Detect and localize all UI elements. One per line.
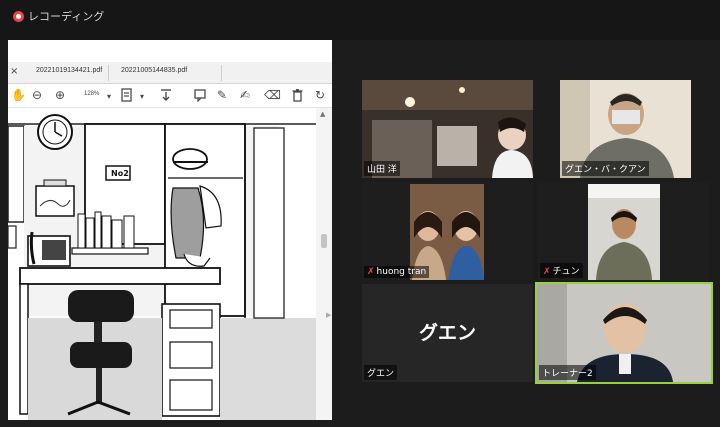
delete-icon[interactable] (291, 88, 304, 105)
office-illustration: No2 (8, 114, 316, 420)
participant-name: グエン・バ・クアン (562, 161, 649, 176)
video-tile[interactable]: 山田 洋 (362, 80, 533, 178)
tab-close-icon[interactable]: × (10, 66, 18, 77)
video-tile[interactable]: ✗ チュン (538, 182, 709, 280)
recording-bar: レコーディング (0, 0, 720, 40)
scroll-up-icon[interactable]: ▲ (320, 110, 325, 118)
participant-display-name: グエン (418, 322, 476, 344)
desk-leg (19, 283, 29, 415)
recording-label: レコーディング (28, 10, 105, 23)
record-icon[interactable] (13, 11, 24, 22)
pdf-page[interactable]: No2 (8, 108, 316, 420)
helmet (172, 148, 208, 170)
sign-icon[interactable]: ✍ (240, 88, 250, 102)
mic-muted-icon: ✗ (367, 267, 375, 277)
door-shape (8, 125, 25, 223)
erase-icon[interactable]: ⌫ (264, 88, 281, 102)
participant-name: トレーナー2 (539, 365, 596, 380)
participant-name: ✗ huong tran (364, 266, 430, 278)
video-tile[interactable]: グエン グエン (362, 284, 533, 382)
participant-name: ✗ チュン (540, 263, 583, 278)
locker-label: No2 (111, 169, 129, 178)
screen: レコーディング × 20221019134421.pdf 20221005144… (0, 0, 720, 427)
video-tile-active-speaker[interactable]: トレーナー2 (535, 282, 713, 384)
switch-shape (8, 225, 17, 249)
zoom-dropdown-icon[interactable]: ▾ (107, 90, 111, 104)
hand-icon[interactable]: ✋ (11, 88, 26, 102)
tab-divider (221, 65, 222, 81)
desk-top (19, 267, 221, 285)
fit-dropdown-icon[interactable]: ▾ (140, 90, 144, 104)
comment-icon[interactable] (193, 88, 207, 105)
calendar-frame (35, 185, 75, 217)
pdf-viewer: × 20221019134421.pdf 20221005144835.pdf … (8, 40, 332, 420)
mic-muted-icon: ✗ (543, 267, 551, 277)
pdf-tab-bar: × 20221019134421.pdf 20221005144835.pdf (8, 62, 332, 84)
draw-icon[interactable]: ✎ (217, 88, 227, 102)
participant-name: グエン (364, 365, 398, 380)
zoom-level[interactable]: 128% (84, 91, 99, 97)
tab-divider (108, 65, 109, 81)
participant-name: 山田 洋 (364, 161, 400, 176)
tab-pdf-1[interactable]: 20221019134421.pdf (36, 67, 102, 74)
face-mask (612, 110, 640, 124)
expand-arrow-icon[interactable]: ▶ (326, 311, 331, 319)
chair-seat (70, 342, 132, 368)
right-door (253, 127, 285, 319)
chair-back (68, 290, 134, 322)
pdf-scrollbar[interactable]: ▲ (316, 108, 332, 420)
pdf-toolbar: ✋ ⊖ ⊕ 128% ▾ ▾ ✎ ✍ ⌫ ↻ (8, 84, 332, 108)
fit-page-icon[interactable] (120, 88, 134, 105)
zoom-out-icon[interactable]: ⊖ (32, 88, 42, 102)
scroll-thumb[interactable] (321, 234, 327, 248)
tab-pdf-2[interactable]: 20221005144835.pdf (121, 67, 187, 74)
download-icon[interactable] (159, 88, 173, 105)
video-tile[interactable]: グエン・バ・クアン (560, 80, 691, 178)
video-tile[interactable]: ✗ huong tran (362, 182, 533, 280)
hanging-jacket (170, 187, 205, 259)
zoom-in-icon[interactable]: ⊕ (55, 88, 65, 102)
rotate-icon[interactable]: ↻ (315, 88, 325, 102)
